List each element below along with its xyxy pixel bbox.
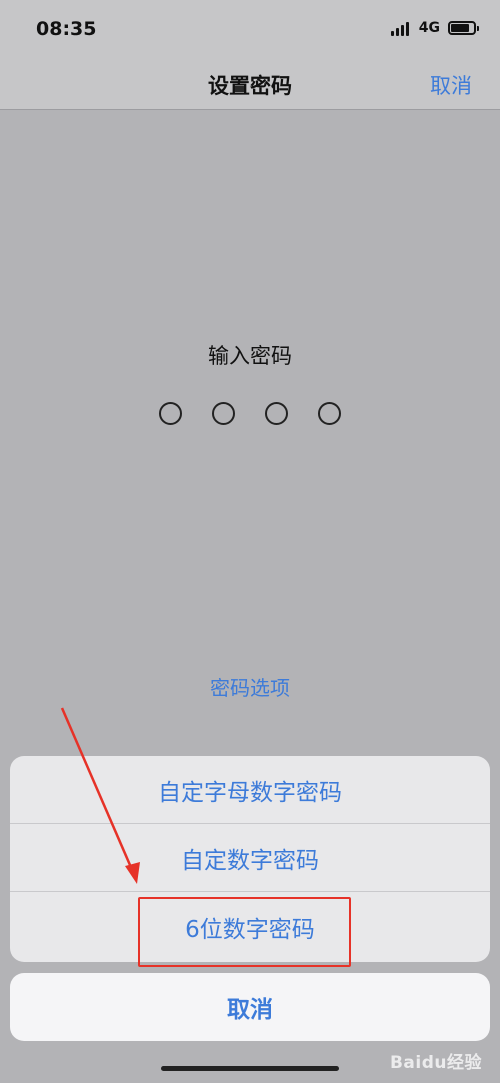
passcode-dots bbox=[0, 402, 500, 425]
status-time: 08:35 bbox=[36, 18, 97, 40]
status-icons: 4G bbox=[390, 20, 479, 36]
passcode-dot bbox=[265, 402, 288, 425]
passcode-dot bbox=[318, 402, 341, 425]
passcode-options-link[interactable]: 密码选项 bbox=[0, 672, 500, 701]
passcode-dot bbox=[159, 402, 182, 425]
battery-fill bbox=[451, 24, 469, 32]
home-indicator bbox=[161, 1066, 339, 1071]
battery-icon bbox=[448, 21, 479, 35]
nav-cancel-button[interactable]: 取消 bbox=[430, 70, 472, 100]
option-custom-numeric[interactable]: 自定数字密码 bbox=[10, 824, 490, 892]
passcode-dot bbox=[212, 402, 235, 425]
watermark-logo: Baidu经验 bbox=[389, 1053, 482, 1073]
option-custom-alphanumeric[interactable]: 自定字母数字密码 bbox=[10, 756, 490, 824]
status-bar: 08:35 4G bbox=[0, 0, 500, 60]
action-sheet: 自定字母数字密码 自定数字密码 6位数字密码 bbox=[10, 756, 490, 962]
nav-bar: 设置密码 取消 bbox=[0, 60, 500, 110]
signal-icon bbox=[390, 21, 411, 36]
network-label: 4G bbox=[418, 20, 440, 36]
option-6-digit[interactable]: 6位数字密码 bbox=[10, 892, 490, 962]
page-title: 设置密码 bbox=[208, 74, 292, 98]
passcode-prompt: 输入密码 bbox=[208, 344, 292, 368]
action-sheet-cancel-button[interactable]: 取消 bbox=[10, 973, 490, 1041]
